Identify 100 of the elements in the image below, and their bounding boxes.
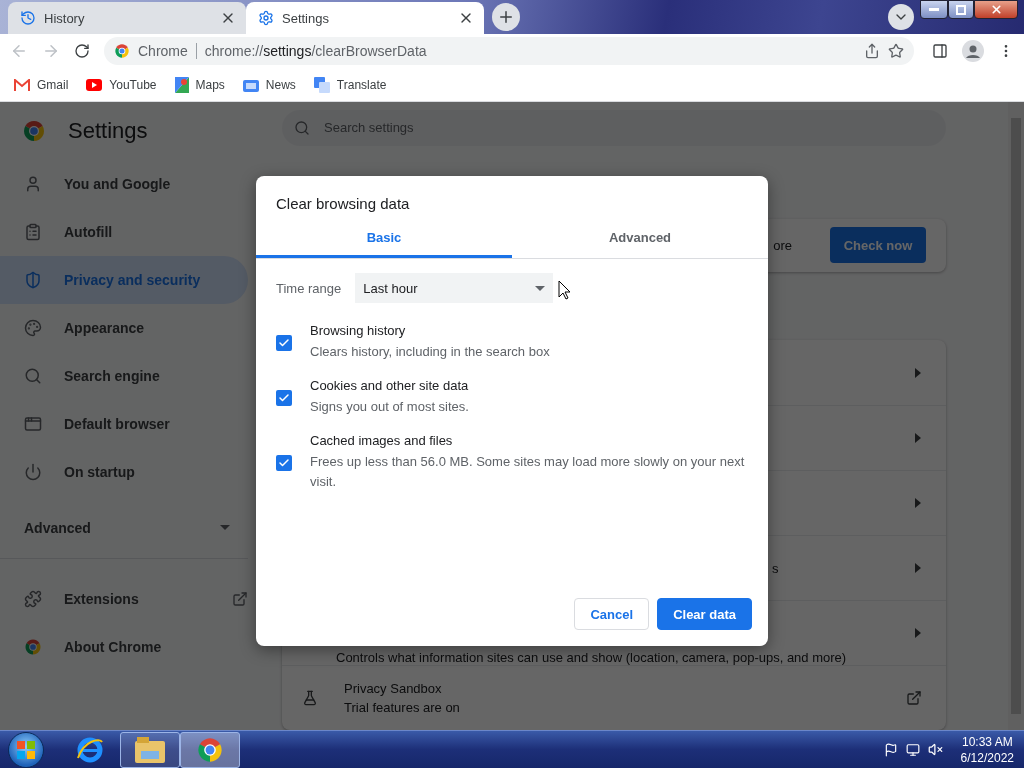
puzzle-icon <box>24 590 42 608</box>
option-title: Cached images and files <box>310 433 454 448</box>
star-icon[interactable] <box>888 43 904 59</box>
option-description: Signs you out of most sites. <box>310 398 469 416</box>
sidebar-item[interactable]: Appearance <box>0 304 248 352</box>
nav-icon <box>24 463 42 481</box>
close-icon <box>989 3 1003 16</box>
sidebar-item[interactable]: You and Google <box>0 160 248 208</box>
cursor-icon <box>558 280 572 300</box>
flag-icon[interactable] <box>883 742 898 757</box>
dialog-title: Clear browsing data <box>275 194 411 214</box>
external-link-icon[interactable] <box>906 690 922 706</box>
bookmark-link[interactable]: Translate <box>313 76 387 93</box>
close-button[interactable] <box>974 0 1018 19</box>
sidebar-item[interactable]: Extensions <box>0 575 248 623</box>
card-text: ore <box>773 237 792 253</box>
checkbox[interactable] <box>276 334 292 351</box>
bookmark-link[interactable]: YouTube <box>86 77 157 92</box>
folder-icon <box>135 736 165 763</box>
network-icon[interactable] <box>905 742 920 757</box>
sidebar-item[interactable]: Autofill <box>0 208 248 256</box>
checkbox[interactable] <box>276 389 292 406</box>
side-panel-icon[interactable] <box>932 43 948 59</box>
dialog-tab[interactable]: Advanced <box>512 220 768 258</box>
row-subtitle: Controls what information sites can use and show (location, camera, pop-ups, and more) <box>336 649 848 665</box>
search-field[interactable]: Search settings <box>282 110 946 146</box>
nav-icon <box>24 271 42 289</box>
nav-icon <box>24 319 42 337</box>
time-range-dropdown[interactable]: Last hour <box>355 273 554 303</box>
sidebar-item[interactable]: On startup <box>0 448 248 496</box>
option-description: Frees up less than 56.0 MB. Some sites may load more slowly on your next visit. <box>310 453 746 491</box>
caret-icon[interactable] <box>914 563 922 573</box>
nav-icon <box>24 223 42 241</box>
flask-icon <box>302 690 318 706</box>
chrome-logo-icon <box>24 638 42 656</box>
minimize-button[interactable] <box>920 0 948 19</box>
nav-icon <box>24 415 42 433</box>
checkmark-icon <box>278 336 290 349</box>
option-title: Browsing history <box>310 323 407 338</box>
play-icon <box>86 78 103 91</box>
minimize-icon <box>929 7 939 12</box>
taskbar-app[interactable] <box>180 731 240 768</box>
bookmark-link[interactable]: News <box>242 77 296 92</box>
bookmark-link[interactable]: Maps <box>174 76 225 93</box>
muted-speaker-icon[interactable] <box>927 742 943 757</box>
browser-logo-icon <box>76 735 104 764</box>
mail-icon <box>14 78 30 91</box>
caret-icon[interactable] <box>914 628 922 638</box>
clock[interactable]: 10:33 AM 6/12/2022 <box>960 733 1014 766</box>
history-icon <box>20 10 36 26</box>
reload-icon[interactable] <box>74 43 90 59</box>
caret-icon[interactable] <box>914 498 922 508</box>
translate-icon <box>313 76 330 93</box>
sidebar-item[interactable]: Search engine <box>0 352 248 400</box>
newspaper-icon <box>242 77 259 92</box>
caret-icon[interactable] <box>914 367 922 378</box>
checkmark-icon <box>278 391 290 404</box>
field-label: Time range <box>276 280 342 296</box>
chrome-logo-icon <box>22 119 46 143</box>
dialog-tab[interactable]: Basic <box>256 220 512 258</box>
cancel-button[interactable]: Cancel <box>574 598 650 630</box>
scrollbar[interactable] <box>1008 102 1024 730</box>
avatar-icon[interactable] <box>962 40 984 62</box>
row-title: s <box>772 560 780 576</box>
row-title: Privacy Sandbox <box>344 681 443 696</box>
option-description: Clears history, including in the search box <box>310 343 550 361</box>
chrome-logo-icon <box>196 735 224 764</box>
browser-tab[interactable]: History <box>8 2 246 34</box>
restore-icon <box>956 4 966 15</box>
gear-icon <box>258 10 274 26</box>
chrome-logo-icon <box>114 43 130 59</box>
row-subtitle: Trial features are on <box>344 700 461 715</box>
windows-logo-icon <box>17 740 35 759</box>
plus-icon <box>497 8 515 26</box>
checkmark-icon <box>278 456 290 469</box>
share-icon[interactable] <box>864 43 880 59</box>
search-icon <box>294 119 310 136</box>
page-title: Settings <box>68 118 148 144</box>
map-pin-icon <box>174 76 189 93</box>
external-link-icon <box>232 591 248 607</box>
caret-icon <box>535 285 546 291</box>
sidebar-item[interactable]: Default browser <box>0 400 248 448</box>
address-bar[interactable]: Chrome chrome://settings/clearBrowserData <box>104 37 914 65</box>
caret-icon <box>220 525 230 531</box>
restore-button[interactable] <box>948 0 974 19</box>
sidebar-item[interactable]: About Chrome <box>0 623 248 671</box>
advanced-section-toggle[interactable]: Advanced <box>0 504 248 552</box>
option-title: Cookies and other site data <box>310 378 469 393</box>
start-button[interactable] <box>8 731 44 768</box>
nav-icon <box>24 367 42 385</box>
checkbox[interactable] <box>276 454 292 471</box>
confirm-button[interactable]: Clear data <box>657 598 752 630</box>
new-tab-button[interactable] <box>492 3 520 31</box>
browser-tab[interactable]: Settings <box>246 2 484 34</box>
tab-search-button[interactable] <box>888 4 914 30</box>
taskbar-app[interactable] <box>120 731 180 768</box>
check-now-button[interactable]: Check now <box>830 227 926 264</box>
bookmark-link[interactable]: Gmail <box>14 77 69 92</box>
nav-icon <box>24 175 42 193</box>
caret-icon[interactable] <box>914 433 922 443</box>
